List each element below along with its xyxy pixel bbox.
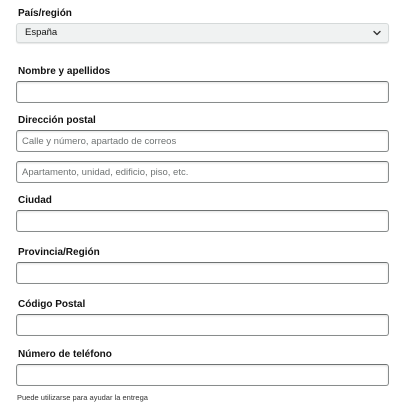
phone-input[interactable] <box>16 364 389 386</box>
address-label: Dirección postal <box>18 115 96 126</box>
phone-helper-text: Puede utilizarse para ayudar la entrega <box>17 393 148 402</box>
city-label: Ciudad <box>18 195 52 206</box>
address-line2-input[interactable] <box>16 161 389 183</box>
province-input[interactable] <box>16 262 389 284</box>
postal-code-input[interactable] <box>16 314 389 336</box>
country-label: País/región <box>18 8 72 19</box>
country-select[interactable]: España <box>16 23 389 43</box>
country-selected-value: España <box>25 27 58 38</box>
address-form: País/región España Nombre y apellidos Di… <box>0 0 410 411</box>
postal-code-label: Código Postal <box>18 299 86 310</box>
province-label: Provincia/Región <box>18 247 100 258</box>
full-name-label: Nombre y apellidos <box>18 66 111 77</box>
phone-label: Número de teléfono <box>18 349 112 360</box>
chevron-down-icon <box>373 30 381 36</box>
address-line1-input[interactable] <box>16 130 389 152</box>
full-name-input[interactable] <box>16 81 389 103</box>
city-input[interactable] <box>16 210 389 232</box>
